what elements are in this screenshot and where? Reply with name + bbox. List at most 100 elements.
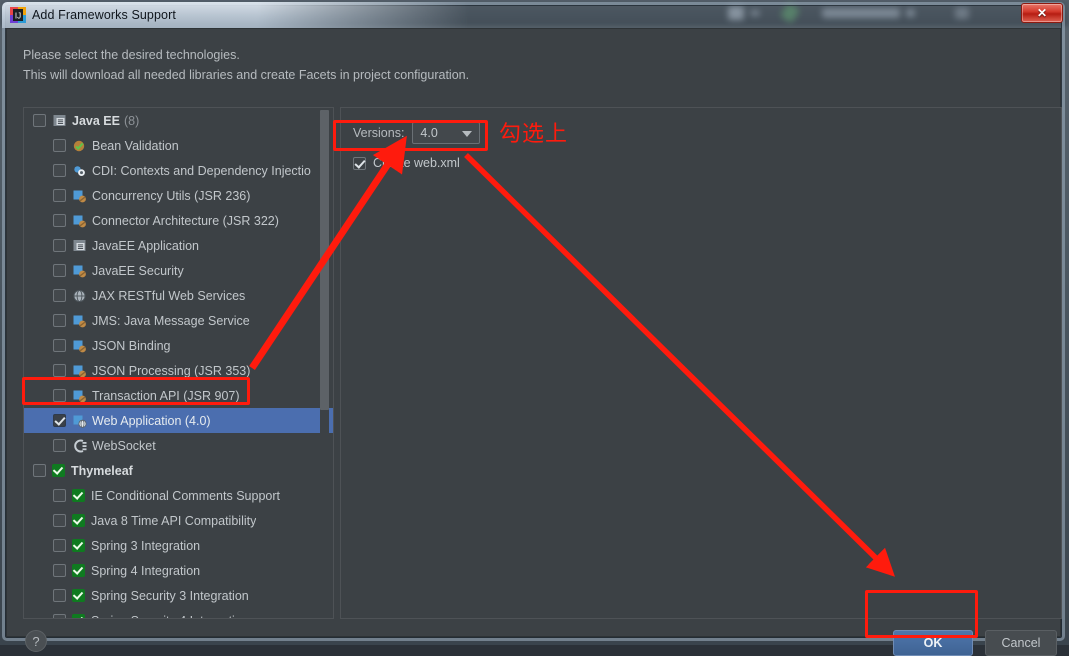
- item-label: JSON Processing (JSR 353): [92, 363, 251, 378]
- list-item[interactable]: Spring Security 3 Integration: [24, 583, 333, 608]
- item-label: Spring 3 Integration: [91, 538, 201, 553]
- row-checkbox[interactable]: [53, 164, 66, 177]
- list-item[interactable]: JAX RESTful Web Services: [24, 283, 333, 308]
- green-check-icon: [72, 489, 85, 502]
- options-panel: Versions: 4.0 Create web.xml: [340, 107, 1062, 619]
- item-label: JMS: Java Message Service: [92, 313, 250, 328]
- list-item[interactable]: CDI: Contexts and Dependency Injectio: [24, 158, 333, 183]
- group-label: Thymeleaf: [71, 463, 133, 478]
- jsr-icon: [72, 189, 87, 203]
- list-item[interactable]: Java 8 Time API Compatibility: [24, 508, 333, 533]
- row-checkbox[interactable]: [53, 289, 66, 302]
- item-label: Web Application (4.0): [92, 413, 211, 428]
- row-checkbox[interactable]: [33, 114, 46, 127]
- create-webxml-label: Create web.xml: [373, 156, 460, 170]
- jsr-icon: [72, 214, 87, 228]
- list-item[interactable]: Spring 3 Integration: [24, 533, 333, 558]
- instruction-text: Please select the desired technologies. …: [23, 45, 723, 85]
- javaee-app-icon: [72, 239, 87, 253]
- list-item[interactable]: JSON Binding: [24, 333, 333, 358]
- list-group-row[interactable]: Java EE (8): [24, 108, 333, 133]
- list-item[interactable]: JavaEE Application: [24, 233, 333, 258]
- websocket-icon: [72, 439, 87, 453]
- row-checkbox[interactable]: [53, 364, 66, 377]
- list-item[interactable]: Concurrency Utils (JSR 236): [24, 183, 333, 208]
- svg-text:IJ: IJ: [15, 12, 21, 21]
- create-webxml-checkbox[interactable]: [353, 156, 366, 170]
- row-checkbox[interactable]: [53, 414, 66, 427]
- list-group-row[interactable]: Thymeleaf: [24, 458, 333, 483]
- instruction-line-2: This will download all needed libraries …: [23, 68, 470, 82]
- item-label: JSON Binding: [92, 338, 171, 353]
- item-label: Concurrency Utils (JSR 236): [92, 188, 251, 203]
- item-label: JavaEE Application: [92, 238, 200, 253]
- row-checkbox[interactable]: [53, 514, 66, 527]
- row-checkbox[interactable]: [53, 439, 66, 452]
- technologies-list-panel[interactable]: Java EE (8) Bean Validation CDI: Contexts a…: [23, 107, 334, 619]
- list-item[interactable]: JMS: Java Message Service: [24, 308, 333, 333]
- row-checkbox[interactable]: [53, 339, 66, 352]
- green-check-icon: [52, 464, 65, 477]
- item-label: JavaEE Security: [92, 263, 184, 278]
- annotation-note: 勾选上: [499, 122, 569, 147]
- jsr-icon: [72, 314, 87, 328]
- group-label: Java EE: [72, 113, 120, 128]
- globe-icon: [72, 289, 87, 303]
- jsr-icon: [72, 364, 87, 378]
- list-item[interactable]: Spring 4 Integration: [24, 558, 333, 583]
- web-application-row-box: [22, 377, 250, 405]
- item-label: Spring 4 Integration: [91, 563, 201, 578]
- green-check-icon: [72, 589, 85, 602]
- cancel-button[interactable]: Cancel: [985, 630, 1057, 656]
- list-scrollbar-thumb[interactable]: [320, 110, 329, 410]
- ok-button-box: [865, 590, 978, 638]
- intellij-app-icon: IJ: [10, 7, 26, 23]
- add-frameworks-support-dialog: IJ Add Frameworks Support ✕ Please selec…: [0, 0, 1069, 656]
- list-item[interactable]: IE Conditional Comments Support: [24, 483, 333, 508]
- bean-validation-icon: [72, 139, 87, 153]
- item-label: IE Conditional Comments Support: [91, 488, 280, 503]
- list-item[interactable]: Spring Security 4 Integration: [24, 608, 333, 619]
- row-checkbox[interactable]: [53, 189, 66, 202]
- item-label: Connector Architecture (JSR 322): [92, 213, 279, 228]
- title-bar[interactable]: IJ Add Frameworks Support: [2, 2, 1065, 28]
- row-checkbox[interactable]: [53, 139, 66, 152]
- help-button[interactable]: ?: [25, 630, 47, 652]
- row-checkbox[interactable]: [53, 539, 66, 552]
- row-checkbox[interactable]: [53, 564, 66, 577]
- row-checkbox[interactable]: [53, 589, 66, 602]
- green-check-icon: [72, 614, 85, 618]
- row-checkbox[interactable]: [53, 314, 66, 327]
- create-webxml-box: [333, 120, 488, 151]
- row-checkbox[interactable]: [53, 264, 66, 277]
- technologies-list: Java EE (8) Bean Validation CDI: Contexts a…: [24, 108, 333, 619]
- item-label: Spring Security 3 Integration: [91, 588, 249, 603]
- list-item[interactable]: JavaEE Security: [24, 258, 333, 283]
- green-check-icon: [72, 564, 85, 577]
- group-count: (8): [123, 113, 140, 128]
- row-checkbox[interactable]: [53, 489, 66, 502]
- green-check-icon: [72, 539, 85, 552]
- row-checkbox[interactable]: [33, 464, 46, 477]
- list-item[interactable]: Web Application (4.0): [24, 408, 333, 433]
- jsr-icon: [72, 264, 87, 278]
- instruction-line-1: Please select the desired technologies.: [23, 48, 240, 62]
- row-checkbox[interactable]: [53, 214, 66, 227]
- row-checkbox[interactable]: [53, 239, 66, 252]
- item-label: WebSocket: [92, 438, 156, 453]
- close-button[interactable]: ✕: [1021, 3, 1063, 23]
- create-webxml-checkbox-row[interactable]: Create web.xml: [353, 156, 460, 170]
- list-item[interactable]: WebSocket: [24, 433, 333, 458]
- green-check-icon: [72, 514, 85, 527]
- list-item[interactable]: Connector Architecture (JSR 322): [24, 208, 333, 233]
- list-item[interactable]: Bean Validation: [24, 133, 333, 158]
- cdi-icon: [72, 164, 87, 178]
- item-label: Java 8 Time API Compatibility: [91, 513, 257, 528]
- item-label: Spring Security 4 Integration: [91, 614, 249, 619]
- list-scrollbar[interactable]: [320, 110, 329, 618]
- row-checkbox[interactable]: [53, 614, 66, 618]
- web-application-icon: [72, 414, 87, 428]
- item-label: Bean Validation: [92, 138, 179, 153]
- window-title: Add Frameworks Support: [32, 8, 176, 22]
- javaee-module-icon: [52, 114, 67, 128]
